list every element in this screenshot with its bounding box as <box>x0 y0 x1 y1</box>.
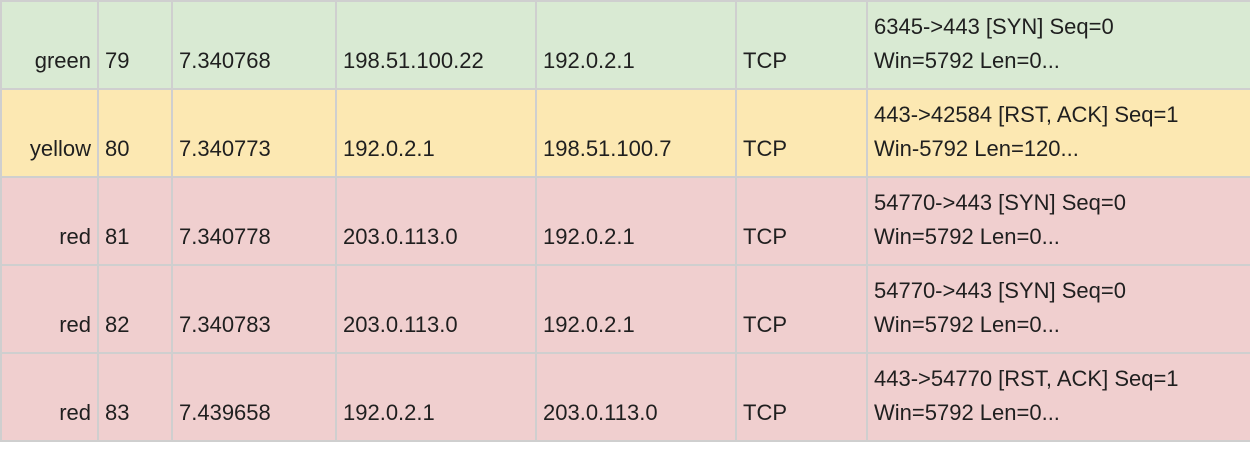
info-line: Win-5792 Len=120... <box>874 136 1079 161</box>
info-line: 6345->443 [SYN] Seq=0 <box>874 14 1114 39</box>
number-cell: 81 <box>97 176 173 266</box>
destination-cell: 192.0.2.1 <box>535 264 737 354</box>
protocol-cell: TCP <box>735 88 868 178</box>
color-cell: red <box>0 264 99 354</box>
number-cell: 82 <box>97 264 173 354</box>
info-cell: 54770->443 [SYN] Seq=0 Win=5792 Len=0... <box>866 176 1250 266</box>
destination-cell: 192.0.2.1 <box>535 176 737 266</box>
destination-cell: 192.0.2.1 <box>535 0 737 90</box>
info-cell: 443->54770 [RST, ACK] Seq=1 Win=5792 Len… <box>866 352 1250 442</box>
table-row[interactable]: green 79 7.340768 198.51.100.22 192.0.2.… <box>0 0 1250 90</box>
info-line: Win=5792 Len=0... <box>874 312 1060 337</box>
protocol-cell: TCP <box>735 0 868 90</box>
time-cell: 7.340768 <box>171 0 337 90</box>
color-cell: green <box>0 0 99 90</box>
source-cell: 192.0.2.1 <box>335 352 537 442</box>
source-cell: 192.0.2.1 <box>335 88 537 178</box>
source-cell: 203.0.113.0 <box>335 264 537 354</box>
info-line: Win=5792 Len=0... <box>874 224 1060 249</box>
info-line: Win=5792 Len=0... <box>874 48 1060 73</box>
source-cell: 203.0.113.0 <box>335 176 537 266</box>
protocol-cell: TCP <box>735 352 868 442</box>
table-row[interactable]: red 82 7.340783 203.0.113.0 192.0.2.1 TC… <box>0 264 1250 354</box>
color-cell: yellow <box>0 88 99 178</box>
info-line: 443->54770 [RST, ACK] Seq=1 <box>874 366 1179 391</box>
info-line: 443->42584 [RST, ACK] Seq=1 <box>874 102 1179 127</box>
destination-cell: 198.51.100.7 <box>535 88 737 178</box>
color-cell: red <box>0 176 99 266</box>
info-cell: 54770->443 [SYN] Seq=0 Win=5792 Len=0... <box>866 264 1250 354</box>
packet-table: green 79 7.340768 198.51.100.22 192.0.2.… <box>0 0 1250 442</box>
time-cell: 7.340783 <box>171 264 337 354</box>
time-cell: 7.340778 <box>171 176 337 266</box>
info-line: 54770->443 [SYN] Seq=0 <box>874 278 1126 303</box>
table-row[interactable]: yellow 80 7.340773 192.0.2.1 198.51.100.… <box>0 88 1250 178</box>
source-cell: 198.51.100.22 <box>335 0 537 90</box>
info-line: 54770->443 [SYN] Seq=0 <box>874 190 1126 215</box>
time-cell: 7.439658 <box>171 352 337 442</box>
protocol-cell: TCP <box>735 264 868 354</box>
table-row[interactable]: red 83 7.439658 192.0.2.1 203.0.113.0 TC… <box>0 352 1250 442</box>
table-row[interactable]: red 81 7.340778 203.0.113.0 192.0.2.1 TC… <box>0 176 1250 266</box>
number-cell: 79 <box>97 0 173 90</box>
info-cell: 6345->443 [SYN] Seq=0 Win=5792 Len=0... <box>866 0 1250 90</box>
info-line: Win=5792 Len=0... <box>874 400 1060 425</box>
color-cell: red <box>0 352 99 442</box>
number-cell: 80 <box>97 88 173 178</box>
info-cell: 443->42584 [RST, ACK] Seq=1 Win-5792 Len… <box>866 88 1250 178</box>
number-cell: 83 <box>97 352 173 442</box>
protocol-cell: TCP <box>735 176 868 266</box>
time-cell: 7.340773 <box>171 88 337 178</box>
destination-cell: 203.0.113.0 <box>535 352 737 442</box>
